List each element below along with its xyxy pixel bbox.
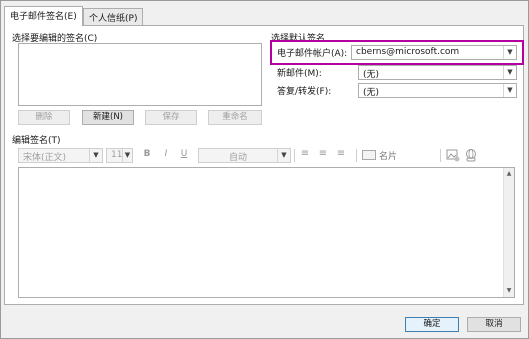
align-right-icon[interactable]: ≡ [334,148,348,159]
chevron-down-icon: ▼ [122,149,132,162]
italic-button[interactable]: I [160,149,172,159]
font-color-select[interactable]: 自动 ▼ [198,148,291,163]
edit-signature-label: 编辑签名(T) [12,136,61,146]
rename-button[interactable]: 重命名 [208,110,262,125]
business-card-icon [362,150,376,160]
cancel-button[interactable]: 取消 [467,317,521,332]
save-button[interactable]: 保存 [145,110,197,125]
business-card-button[interactable]: 名片 [362,148,408,163]
tab-personal-stationery[interactable]: 个人信纸(P) [83,8,143,25]
new-messages-label: 新邮件(M): [277,69,322,79]
new-messages-select[interactable]: (无) ▼ [358,65,517,80]
chevron-down-icon: ▼ [503,84,516,97]
toolbar-divider [356,149,357,162]
toolbar-divider [440,149,441,162]
font-size-value: 11 [111,150,123,160]
ok-button[interactable]: 确定 [405,317,459,332]
underline-button[interactable]: U [178,149,190,159]
scroll-up-icon[interactable]: ▲ [504,169,514,179]
insert-picture-icon [446,149,460,162]
replies-forwards-select[interactable]: (无) ▼ [358,83,517,98]
align-left-icon[interactable]: ≡ [298,148,312,159]
email-account-select[interactable]: cberns@microsoft.com ▼ [351,45,517,60]
replies-forwards-value: (无) [363,88,380,98]
chevron-down-icon: ▼ [277,149,290,162]
editor-scrollbar[interactable]: ▲ ▼ [503,168,514,297]
font-color-value: 自动 [229,153,248,163]
replies-forwards-label: 答复/转发(F): [277,87,332,97]
new-button[interactable]: 新建(N) [82,110,134,125]
email-account-label: 电子邮件帐户(A): [277,49,348,59]
chevron-down-icon: ▼ [89,149,102,162]
email-account-value: cberns@microsoft.com [356,47,460,57]
tab-email-signature[interactable]: 电子邮件签名(E) [4,6,83,26]
chevron-down-icon: ▼ [503,66,516,79]
chevron-down-icon: ▼ [503,46,516,59]
align-center-icon[interactable]: ≡ [316,148,330,159]
insert-picture-button[interactable] [446,148,460,162]
tab-email-signature-label: 电子邮件签名(E) [10,12,77,22]
business-card-label: 名片 [379,152,398,162]
new-messages-value: (无) [363,70,380,80]
signature-list[interactable] [18,43,262,106]
signature-editor[interactable]: ▲ ▼ [18,167,515,298]
bold-button[interactable]: B [141,149,153,159]
scroll-down-icon[interactable]: ▼ [504,286,514,296]
insert-hyperlink-button[interactable] [464,148,478,162]
toolbar-divider [294,149,295,162]
delete-button[interactable]: 删除 [18,110,70,125]
hyperlink-icon [466,149,476,162]
font-select[interactable]: 宋体(正文) ▼ [18,148,103,163]
tab-personal-stationery-label: 个人信纸(P) [89,14,138,24]
font-value: 宋体(正文) [23,153,67,163]
font-size-select[interactable]: 11 ▼ [106,148,133,163]
